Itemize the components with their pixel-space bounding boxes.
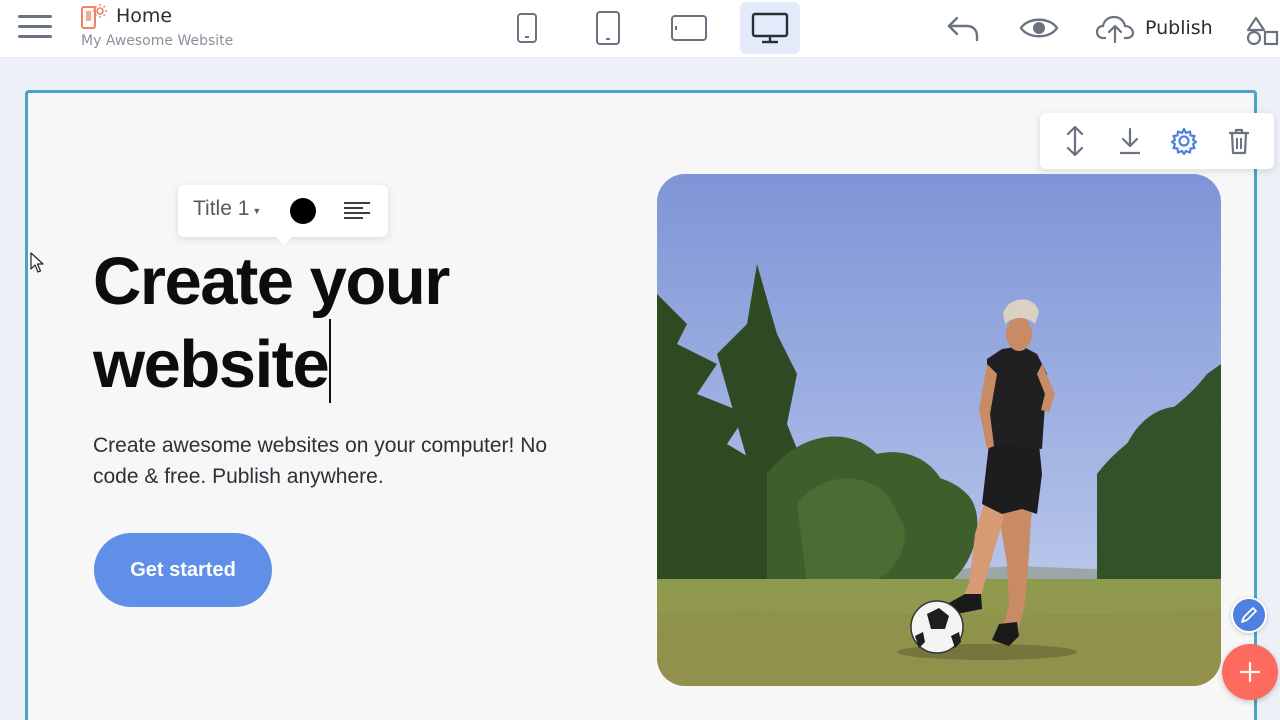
blocks-icon[interactable] [1244, 14, 1280, 46]
device-desktop-button[interactable] [740, 2, 800, 54]
delete-block-button[interactable] [1219, 121, 1259, 161]
page-icon [81, 4, 107, 29]
edit-button[interactable] [1231, 597, 1267, 633]
text-style-label: Title 1 [193, 197, 250, 220]
text-color-swatch[interactable] [290, 198, 316, 224]
hero-title[interactable]: Create your website [93, 244, 553, 403]
desktop-icon [751, 12, 789, 44]
phone-small-icon [517, 13, 537, 43]
site-name: My Awesome Website [81, 33, 234, 49]
text-format-toolbar: Title 1 ▼ [178, 185, 388, 245]
hero-image[interactable] [657, 174, 1221, 686]
device-phone-button[interactable] [578, 2, 638, 54]
device-phone-small-button[interactable] [497, 2, 557, 54]
caret-down-icon: ▼ [252, 206, 262, 216]
mouse-cursor-icon [30, 252, 44, 273]
move-icon [1067, 125, 1084, 157]
device-tablet-button[interactable] [659, 2, 719, 54]
gear-icon [1171, 127, 1198, 156]
get-started-button[interactable]: Get started [94, 533, 272, 607]
publish-label: Publish [1145, 17, 1213, 39]
tablet-icon [671, 15, 707, 41]
hero-title-line2: website [93, 327, 330, 402]
download-block-button[interactable] [1110, 121, 1150, 161]
eye-icon[interactable] [1018, 12, 1060, 44]
top-bar: Home My Awesome Website Publish [0, 0, 1280, 58]
pencil-icon [1241, 607, 1257, 623]
align-left-icon[interactable] [343, 199, 371, 223]
block-toolbar [1040, 113, 1274, 169]
hero-subtitle[interactable]: Create awesome websites on your computer… [93, 430, 563, 492]
plus-icon [1239, 661, 1261, 683]
hero-title-line1: Create your [93, 244, 450, 319]
menu-icon[interactable] [18, 15, 52, 43]
trash-icon [1228, 128, 1249, 155]
page-title[interactable]: Home [116, 5, 172, 27]
download-icon [1119, 127, 1140, 155]
publish-button[interactable]: Publish [1095, 8, 1213, 48]
phone-icon [596, 11, 620, 45]
text-style-dropdown[interactable]: Title 1 ▼ [193, 197, 261, 221]
block-settings-button[interactable] [1164, 121, 1204, 161]
undo-icon[interactable] [945, 12, 981, 44]
add-block-button[interactable] [1222, 644, 1278, 700]
cloud-upload-icon [1095, 15, 1135, 44]
move-block-button[interactable] [1055, 121, 1095, 161]
text-cursor [329, 319, 331, 403]
